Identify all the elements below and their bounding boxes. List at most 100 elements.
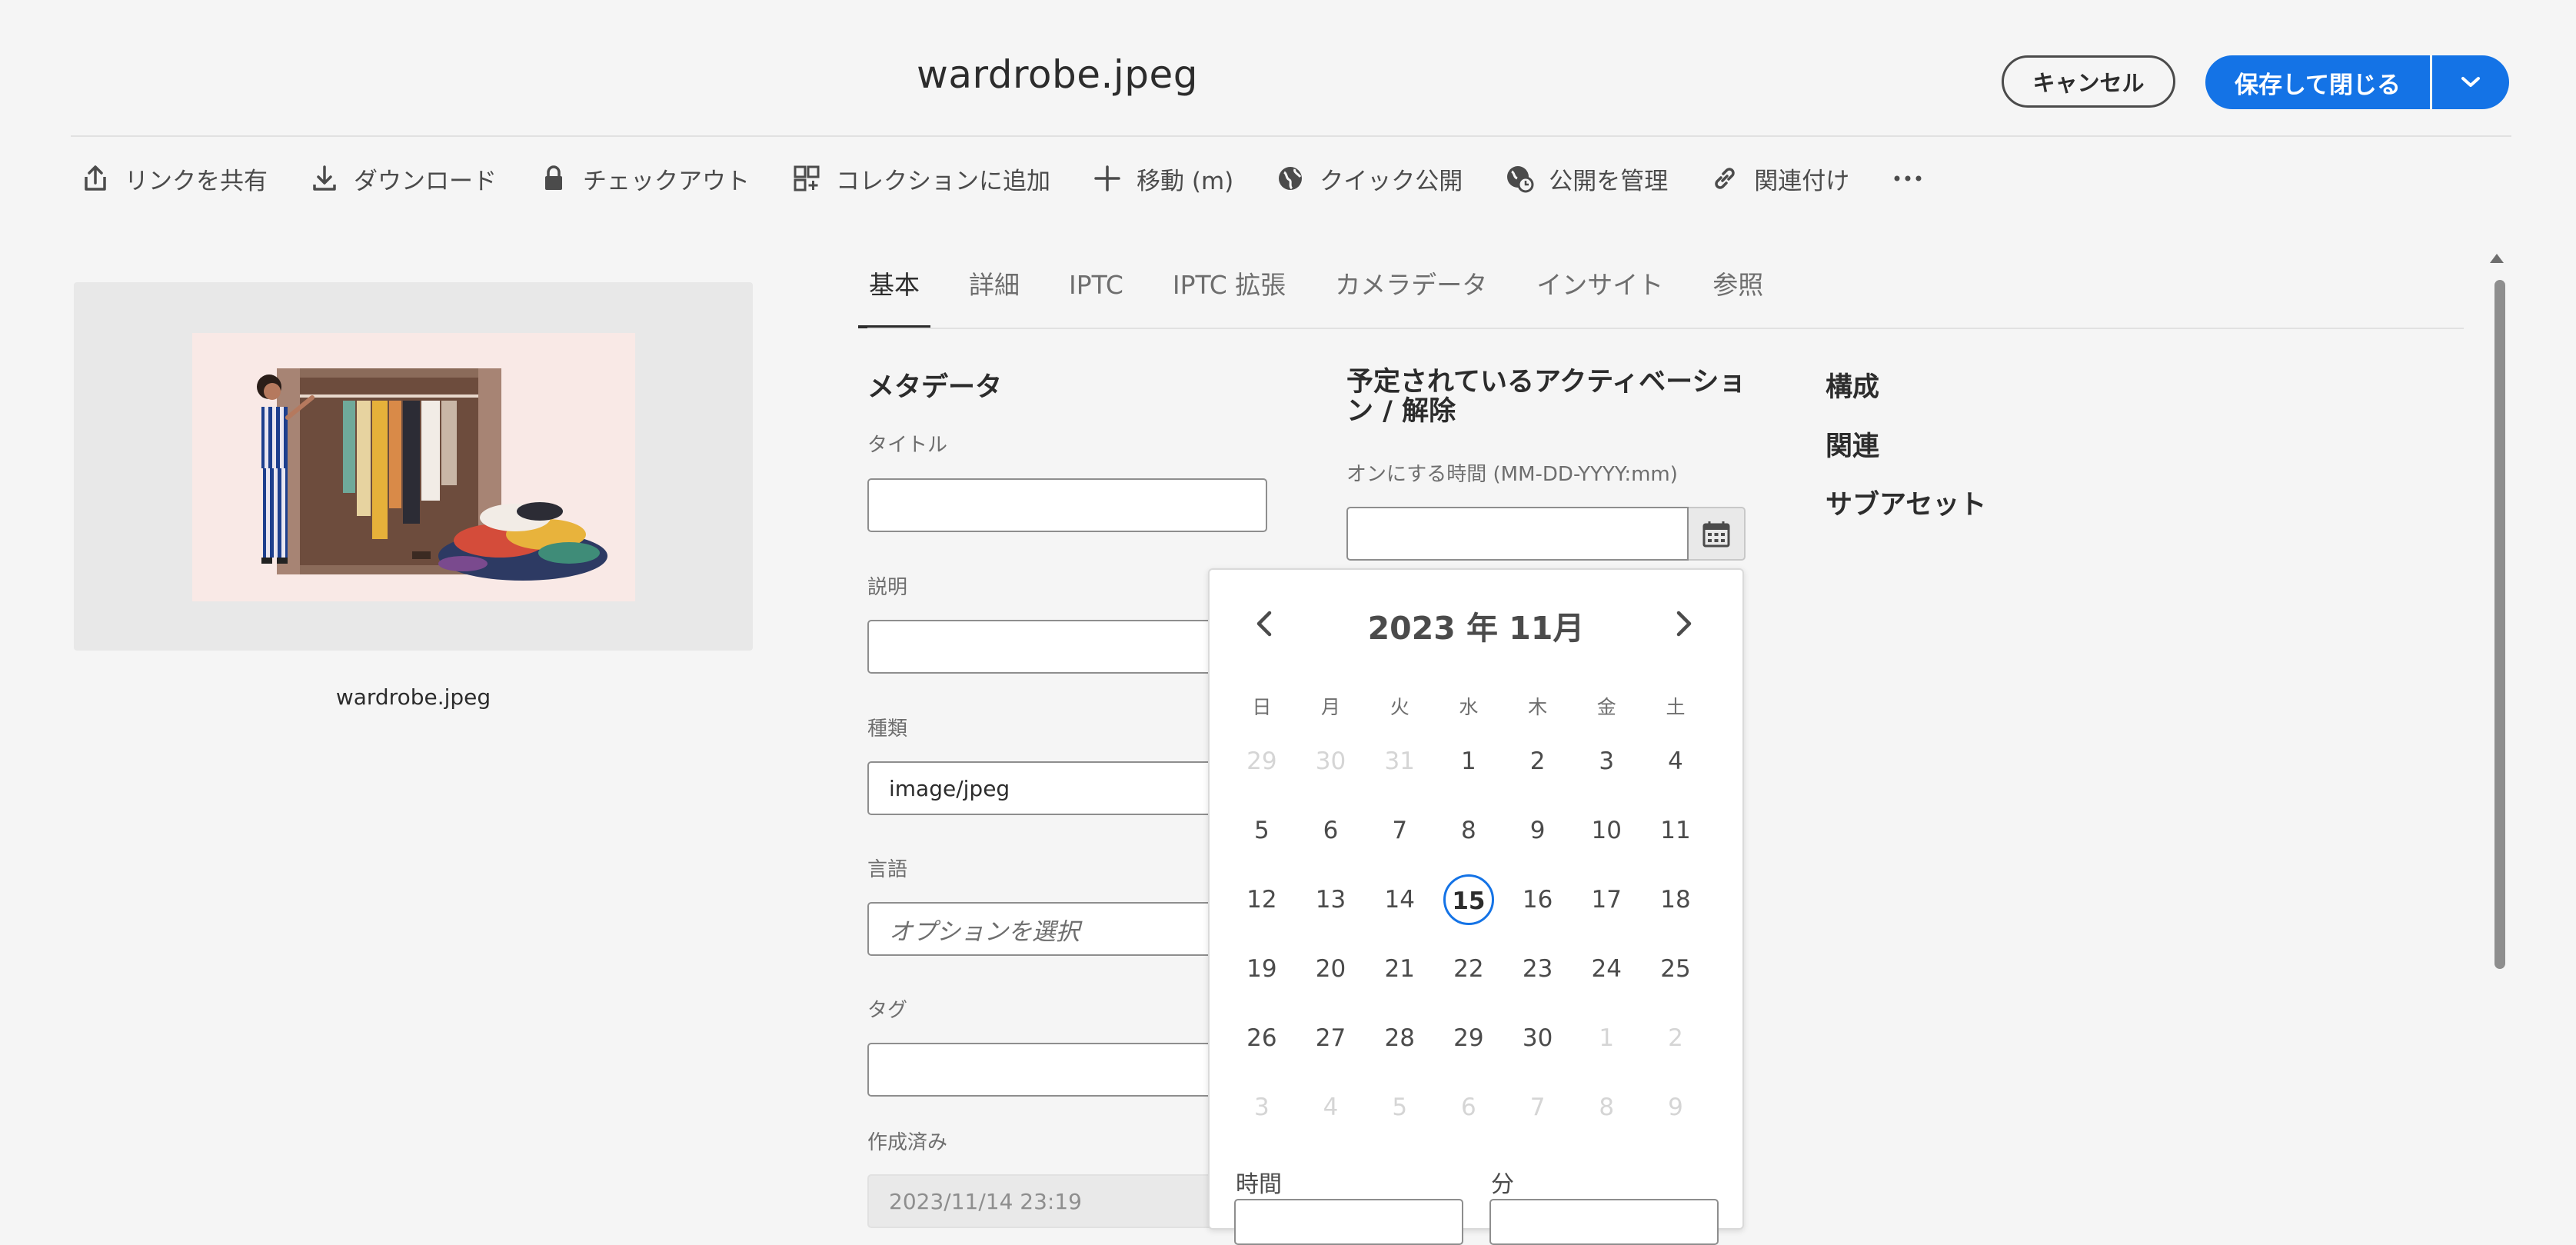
tab-iptc-extension[interactable]: IPTC 拡張 [1173,264,1286,328]
calendar-day[interactable]: 29 [1434,1024,1503,1052]
language-label: 言語 [867,858,908,881]
calendar-grid: 日月火水木金土 29 30 31 1 2 3 4 5 6 7 8 9 10 11 12 13 14 15 16 17 18… [1227,685,1710,1142]
relate-label: 関連付け [1754,167,1850,195]
hour-field[interactable] [1234,1199,1463,1245]
calendar-day-number: 16 [1522,886,1553,914]
manage-publication-button[interactable]: 公開を管理 [1504,161,1668,196]
calendar-day-selected[interactable]: 15 [1434,874,1503,925]
save-and-close-button[interactable]: 保存して閉じる [2205,55,2430,109]
calendar-day[interactable]: 30 [1503,1024,1573,1052]
calendar-day[interactable]: 10 [1572,817,1641,844]
calendar-day[interactable]: 21 [1365,955,1434,983]
save-options-button[interactable] [2432,55,2509,109]
calendar-day-number: 11 [1660,817,1691,844]
calendar-day[interactable]: 3 [1572,747,1641,775]
type-field[interactable]: image/jpeg [867,761,1267,815]
calendar-day[interactable]: 12 [1227,886,1296,914]
properties-tabs: 基本 詳細 IPTC IPTC 拡張 カメラデータ インサイト 参照 [858,264,1812,328]
calendar-day[interactable]: 27 [1296,1024,1366,1052]
tab-camera-data[interactable]: カメラデータ [1335,264,1487,328]
calendar-day[interactable]: 14 [1365,886,1434,914]
header-divider [71,135,2511,137]
calendar-day-number: 19 [1246,955,1277,983]
calendar-day[interactable]: 4 [1641,747,1710,775]
share-link-label: リンクを共有 [125,167,268,195]
chevron-down-icon [2461,77,2480,87]
calendar-day-number: 9 [1668,1094,1683,1121]
calendar-week-row: 5 6 7 8 9 10 11 [1227,796,1710,865]
calendar-day-number: 1 [1599,1024,1615,1052]
tab-basic[interactable]: 基本 [858,264,930,328]
calendar-day[interactable]: 26 [1227,1024,1296,1052]
calendar-day-number: 29 [1453,1024,1484,1052]
tab-iptc[interactable]: IPTC [1069,264,1123,328]
calendar-day[interactable]: 22 [1434,955,1503,983]
calendar-day[interactable]: 28 [1365,1024,1434,1052]
language-select[interactable]: オプションを選択 [867,902,1267,956]
calendar-day[interactable]: 19 [1227,955,1296,983]
calendar-day[interactable]: 11 [1641,817,1710,844]
tab-advanced[interactable]: 詳細 [969,264,1020,328]
hour-label: 時間 [1236,1171,1282,1198]
calendar-day: 6 [1434,1094,1503,1121]
description-field[interactable] [867,620,1267,674]
checkout-button[interactable]: チェックアウト [538,161,750,196]
calendar-day-number: 31 [1384,747,1415,775]
calendar-day: 2 [1641,1024,1710,1052]
weekday-label: 火 [1390,696,1409,718]
tabs-divider [867,328,2464,329]
calendar-button[interactable] [1689,507,1746,561]
move-button[interactable]: 移動 (m) [1092,161,1233,196]
tags-field[interactable] [867,1043,1267,1097]
cancel-button[interactable]: キャンセル [2002,55,2175,108]
tab-references[interactable]: 参照 [1712,264,1763,328]
subassets-link[interactable]: サブアセット [1825,483,1986,522]
tab-insights[interactable]: インサイト [1536,264,1663,328]
calendar-day-number: 25 [1660,955,1691,983]
calendar-day[interactable]: 13 [1296,886,1366,914]
on-time-input[interactable] [1346,507,1689,561]
calendar-day[interactable]: 20 [1296,955,1366,983]
weekday-label: 金 [1596,696,1616,718]
calendar-day[interactable]: 8 [1434,817,1503,844]
calendar-day[interactable]: 2 [1503,747,1573,775]
calendar-day[interactable]: 9 [1503,817,1573,844]
calendar-day-number: 30 [1522,1024,1553,1052]
related-link[interactable]: 関連 [1825,424,1879,464]
share-link-button[interactable]: リンクを共有 [80,161,268,196]
calendar-month-title: 2023 年 11月 [1367,610,1585,647]
scroll-up-arrow[interactable] [2490,254,2504,263]
calendar-day[interactable]: 1 [1434,747,1503,775]
add-to-collection-button[interactable]: コレクションに追加 [791,161,1050,196]
calendar-day[interactable]: 25 [1641,955,1710,983]
calendar-day[interactable]: 23 [1503,955,1573,983]
composition-link[interactable]: 構成 [1825,365,1879,404]
move-icon [1094,165,1120,191]
calendar-day-number: 17 [1591,886,1622,914]
more-actions-button[interactable] [1891,163,1925,194]
asset-thumbnail [192,333,635,601]
calendar-day[interactable]: 18 [1641,886,1710,914]
scrollbar-thumb[interactable] [2494,280,2505,969]
calendar-day: 8 [1572,1094,1641,1121]
calendar-day[interactable]: 5 [1227,817,1296,844]
calendar-day[interactable]: 6 [1296,817,1366,844]
calendar-day-number: 4 [1323,1094,1339,1121]
share-icon [85,165,106,191]
calendar-day[interactable]: 16 [1503,886,1573,914]
calendar-week-row: 3 4 5 6 7 8 9 [1227,1073,1710,1142]
next-month-button[interactable] [1667,607,1701,641]
type-label: 種類 [867,717,908,741]
calendar-day[interactable]: 17 [1572,886,1641,914]
weekday-label: 木 [1528,696,1548,718]
minute-field[interactable] [1489,1199,1719,1245]
download-button[interactable]: ダウンロード [309,161,497,196]
created-field: 2023/11/14 23:19 [867,1174,1267,1228]
calendar-day-number: 6 [1461,1094,1476,1121]
calendar-day[interactable]: 7 [1365,817,1434,844]
title-field[interactable] [867,478,1267,532]
on-time-label: オンにする時間 (MM-DD-YYYY:mm) [1346,463,1678,486]
relate-button[interactable]: 関連付け [1709,161,1849,196]
quick-publish-button[interactable]: クイック公開 [1275,161,1463,196]
calendar-day[interactable]: 24 [1572,955,1641,983]
